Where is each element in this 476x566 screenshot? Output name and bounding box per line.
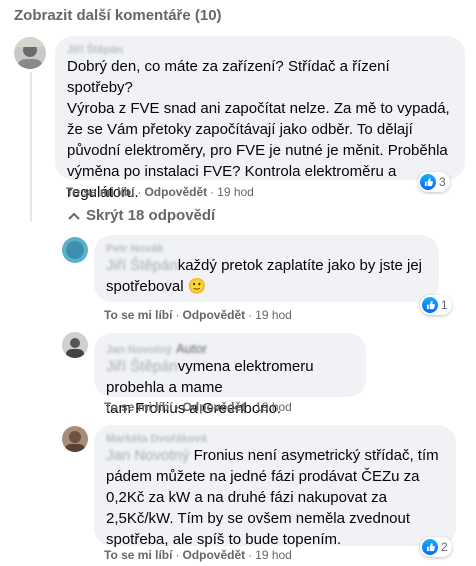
comment-actions: To se mi líbí · Odpovědět · 19 hod bbox=[104, 400, 292, 414]
mention[interactable]: Jiří Štěpán bbox=[106, 257, 178, 274]
avatar[interactable] bbox=[14, 37, 46, 69]
comment-text: Dobrý den, co máte za zařízení? Střídač … bbox=[67, 58, 450, 201]
mention[interactable]: Jiří Štěpán bbox=[106, 358, 178, 375]
comment-actions: To se mi líbí · Odpovědět · 19 hod bbox=[66, 185, 254, 199]
reply-link[interactable]: Odpovědět bbox=[182, 308, 245, 322]
comment-bubble: Jiří Štěpán Dobrý den, co máte za zaříze… bbox=[55, 36, 465, 201]
reply-link[interactable]: Odpovědět bbox=[144, 185, 207, 199]
avatar[interactable] bbox=[62, 237, 88, 263]
reply-link[interactable]: Odpovědět bbox=[182, 400, 245, 414]
author-badge: Autor bbox=[176, 341, 208, 356]
like-icon bbox=[422, 539, 438, 555]
comment-time[interactable]: 19 hod bbox=[255, 308, 292, 322]
comment-author[interactable]: Petr Novák bbox=[106, 243, 427, 255]
comment-time[interactable]: 19 hod bbox=[255, 400, 292, 414]
reaction-count[interactable]: 3 bbox=[418, 172, 450, 192]
comment-actions: To se mi líbí · Odpovědět · 19 hod bbox=[104, 548, 292, 562]
comment-actions: To se mi líbí · Odpovědět · 19 hod bbox=[104, 308, 292, 322]
like-icon bbox=[422, 297, 438, 313]
thread-line bbox=[30, 72, 32, 222]
like-link[interactable]: To se mi líbí bbox=[104, 548, 172, 562]
comment-author[interactable]: Jan Novotný Autor bbox=[106, 341, 354, 356]
like-link[interactable]: To se mi líbí bbox=[104, 400, 172, 414]
comment-author[interactable]: Jiří Štěpán bbox=[67, 44, 453, 56]
comment-bubble: Markéta Dvořáková Jan Novotný Fronius ne… bbox=[94, 425, 456, 548]
reaction-count[interactable]: 1 bbox=[420, 295, 452, 315]
hide-replies-toggle[interactable]: Skrýt 18 odpovědí bbox=[68, 207, 215, 224]
more-comments-link[interactable]: Zobrazit další komentáře (10) bbox=[14, 7, 222, 24]
like-link[interactable]: To se mi líbí bbox=[66, 185, 134, 199]
reaction-count[interactable]: 2 bbox=[420, 537, 452, 557]
like-icon bbox=[420, 174, 436, 190]
comment-author[interactable]: Markéta Dvořáková bbox=[106, 433, 444, 445]
comment-text: Jiří Štěpánkaždý pretok zaplatíte jako b… bbox=[106, 257, 423, 295]
comment-bubble: Jan Novotný Autor Jiří Štěpánvymena elekt… bbox=[94, 333, 366, 417]
like-link[interactable]: To se mi líbí bbox=[104, 308, 172, 322]
comment-time[interactable]: 19 hod bbox=[255, 548, 292, 562]
mention[interactable]: Jan Novotný bbox=[106, 447, 189, 464]
comment-time[interactable]: 19 hod bbox=[217, 185, 254, 199]
comment-bubble: Petr Novák Jiří Štěpánkaždý pretok zapla… bbox=[94, 235, 439, 302]
chevron-up-icon bbox=[68, 212, 80, 220]
avatar[interactable] bbox=[62, 332, 88, 358]
avatar[interactable] bbox=[62, 426, 88, 452]
reply-link[interactable]: Odpovědět bbox=[182, 548, 245, 562]
comment-text: Jan Novotný Fronius není asymetrický stř… bbox=[106, 447, 439, 548]
